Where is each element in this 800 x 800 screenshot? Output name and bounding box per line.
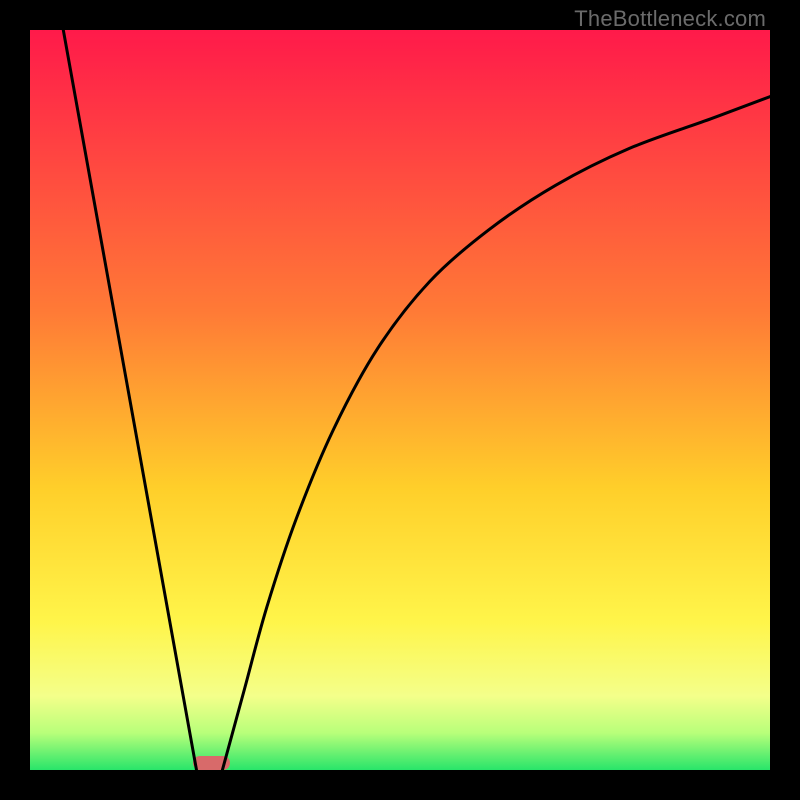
watermark-text: TheBottleneck.com bbox=[574, 6, 766, 32]
curve-left bbox=[63, 30, 196, 770]
chart-frame: TheBottleneck.com bbox=[0, 0, 800, 800]
curve-right bbox=[222, 97, 770, 770]
plot-area bbox=[30, 30, 770, 770]
curve-layer bbox=[30, 30, 770, 770]
